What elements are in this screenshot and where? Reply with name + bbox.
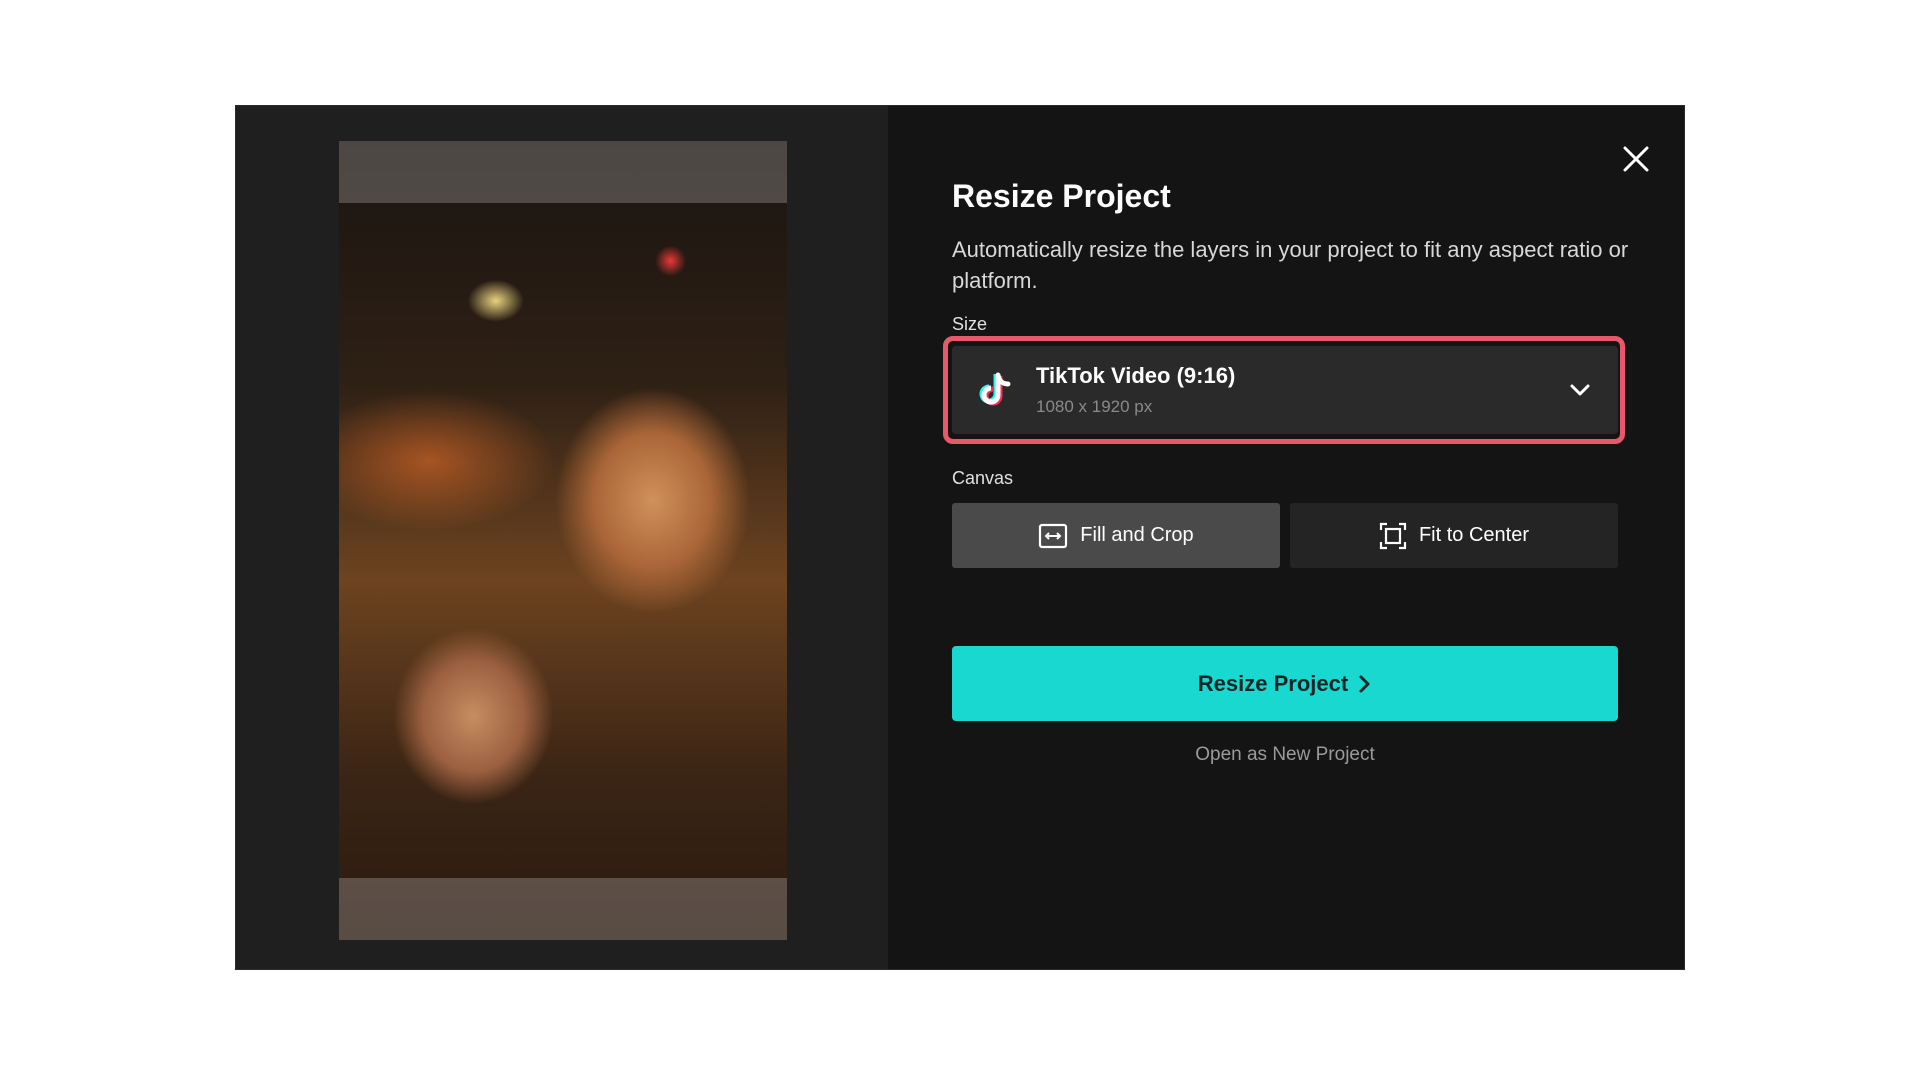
chevron-right-icon: [1359, 675, 1370, 692]
resize-project-label: Resize Project: [1197, 670, 1349, 696]
dialog-title: Resize Project: [952, 178, 1171, 214]
open-as-new-project-link[interactable]: Open as New Project: [952, 744, 1618, 766]
fill-and-crop-button[interactable]: Fill and Crop: [952, 503, 1280, 568]
resize-project-dialog: Resize Project Automatically resize the …: [235, 105, 1685, 970]
close-button[interactable]: [1618, 141, 1654, 177]
size-label: Size: [952, 314, 988, 334]
canvas-options: Fill and Crop Fit to Center: [952, 503, 1618, 568]
resize-project-button[interactable]: Resize Project: [952, 646, 1618, 721]
tiktok-icon: [979, 372, 1011, 406]
size-text: TikTok Video (9:16) 1080 x 1920 px: [1036, 363, 1568, 417]
canvas-label: Canvas: [952, 468, 1014, 488]
settings-pane: Resize Project Automatically resize the …: [888, 106, 1684, 969]
dialog-description: Automatically resize the layers in your …: [952, 237, 1629, 293]
fill-and-crop-label: Fill and Crop: [1080, 524, 1194, 546]
chevron-down-icon: [1570, 384, 1590, 396]
close-icon: [1623, 146, 1649, 172]
preview-pane: [236, 106, 888, 969]
size-dropdown[interactable]: TikTok Video (9:16) 1080 x 1920 px: [952, 346, 1618, 434]
fit-center-icon: [1379, 522, 1407, 549]
preview-photo: [339, 141, 787, 940]
fit-to-center-label: Fit to Center: [1418, 524, 1530, 546]
size-selected-name: TikTok Video (9:16): [1036, 363, 1236, 388]
fit-to-center-button[interactable]: Fit to Center: [1290, 503, 1618, 568]
crop-overlay-bottom: [339, 878, 787, 940]
size-selected-dims: 1080 x 1920 px: [1036, 397, 1153, 416]
crop-overlay-top: [339, 141, 787, 203]
fill-crop-icon: [1039, 523, 1068, 548]
